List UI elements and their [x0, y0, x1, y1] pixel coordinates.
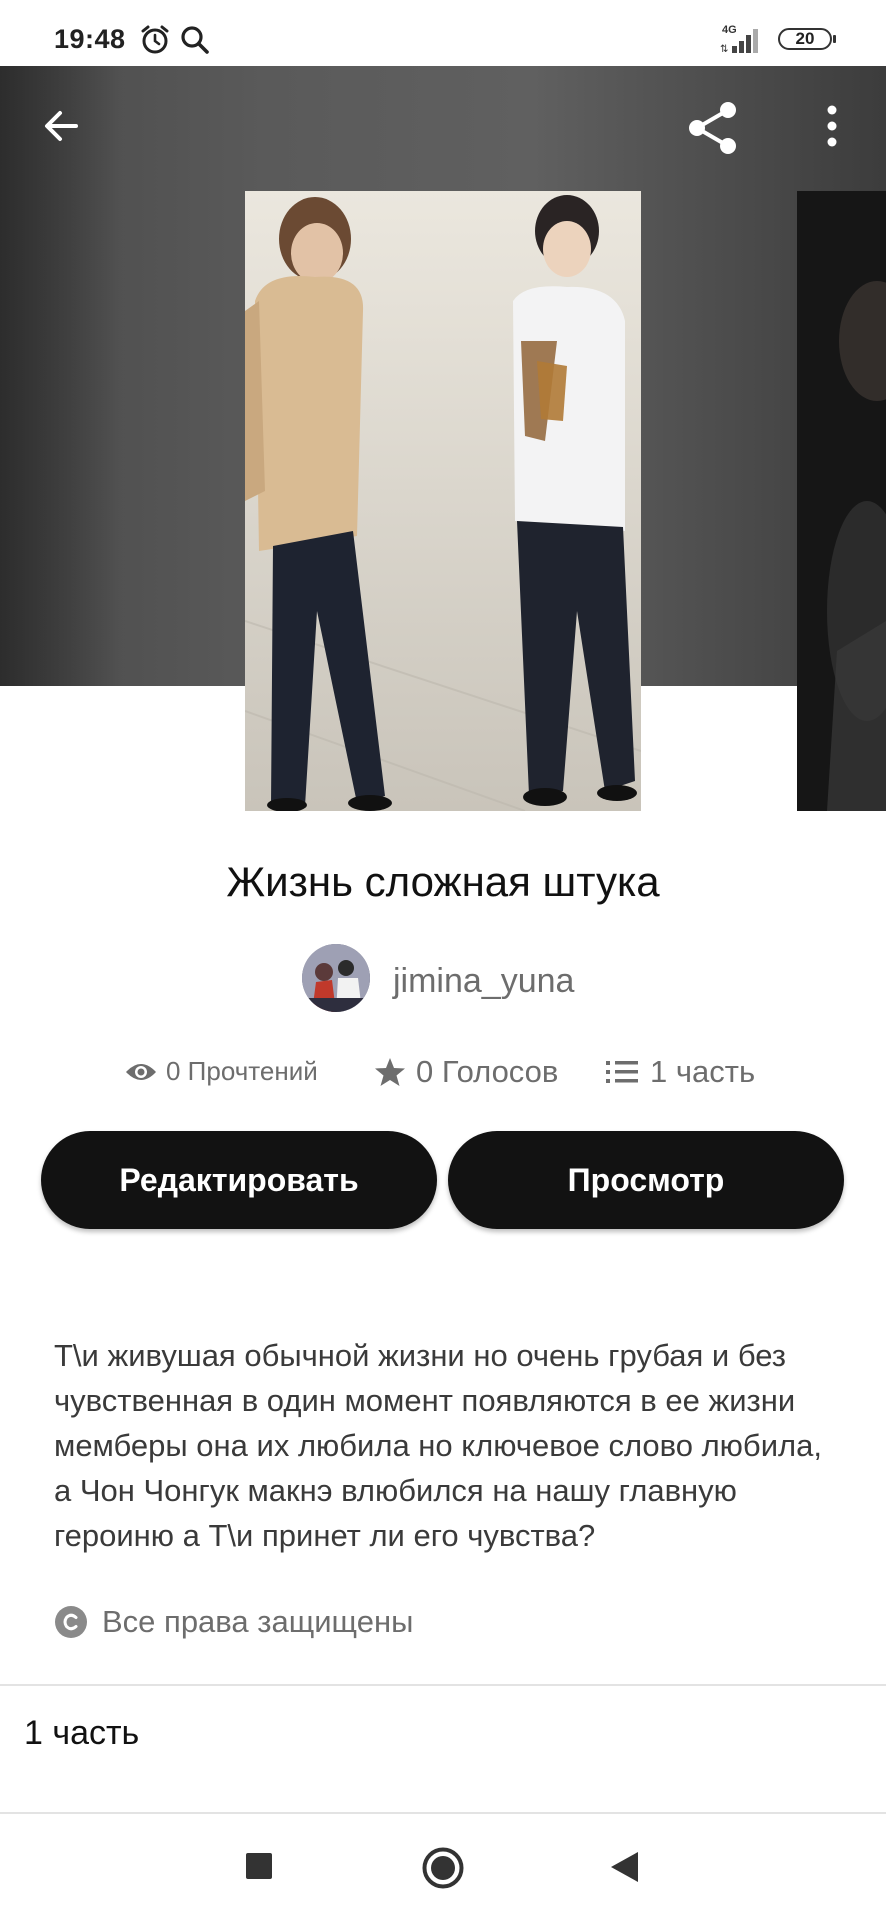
status-time: 19:48 [54, 24, 126, 54]
next-story-cover-image[interactable] [797, 191, 886, 811]
copyright-row: Все права защищены [54, 1604, 413, 1640]
alarm-icon [141, 25, 169, 54]
author-name[interactable]: jimina_yuna [393, 962, 574, 1001]
story-title: Жизнь сложная штука [226, 858, 660, 905]
reads-count: 0 Прочтений [166, 1056, 318, 1086]
parts-stat: 1 часть [606, 1054, 755, 1090]
navigation-bar [0, 1814, 886, 1920]
recent-apps-icon[interactable] [245, 1852, 273, 1880]
reads-stat: 0 Прочтений [124, 1056, 318, 1087]
battery-tip [833, 35, 836, 43]
copyright-text: Все права защищены [102, 1604, 414, 1639]
cover-illustration [245, 191, 641, 811]
divider-top [0, 1684, 886, 1686]
search-icon [181, 26, 209, 54]
battery-indicator: 20 [778, 28, 832, 50]
home-icon[interactable] [421, 1846, 465, 1890]
votes-stat: 0 Голосов [374, 1054, 558, 1090]
story-cover-image[interactable] [245, 191, 641, 811]
avatar-illustration [302, 944, 370, 1012]
author-avatar[interactable] [302, 944, 370, 1012]
status-bar: 19:48 4G ⇅ 20 [0, 0, 886, 66]
votes-count: 0 Голосов [416, 1054, 559, 1089]
back-arrow-icon[interactable] [40, 104, 84, 148]
parts-count: 1 часть [650, 1054, 756, 1089]
list-icon [606, 1061, 638, 1083]
back-triangle-icon[interactable] [608, 1850, 640, 1884]
edit-button[interactable]: Редактировать [41, 1131, 437, 1229]
author-row[interactable]: jimina_yuna [0, 944, 886, 1014]
signal-icon: ⇅ [720, 29, 758, 54]
story-stats: 0 Прочтений 0 Голосов 1 часть [0, 1052, 886, 1098]
share-icon[interactable] [684, 99, 742, 157]
backdrop-shade [0, 66, 120, 686]
view-button[interactable]: Просмотр [448, 1131, 844, 1229]
copyright-icon [55, 1606, 87, 1638]
chapter-item[interactable]: 1 часть [24, 1714, 139, 1753]
content-background [0, 686, 886, 1814]
star-icon [375, 1058, 405, 1086]
battery-level: 20 [795, 29, 815, 48]
next-cover-illustration [797, 191, 886, 811]
svg-text:⇅: ⇅ [720, 44, 728, 54]
more-vertical-icon[interactable] [820, 104, 844, 148]
eye-icon [126, 1063, 156, 1080]
story-description: Т\и живушая обычной жизни но очень груба… [54, 1338, 822, 1553]
